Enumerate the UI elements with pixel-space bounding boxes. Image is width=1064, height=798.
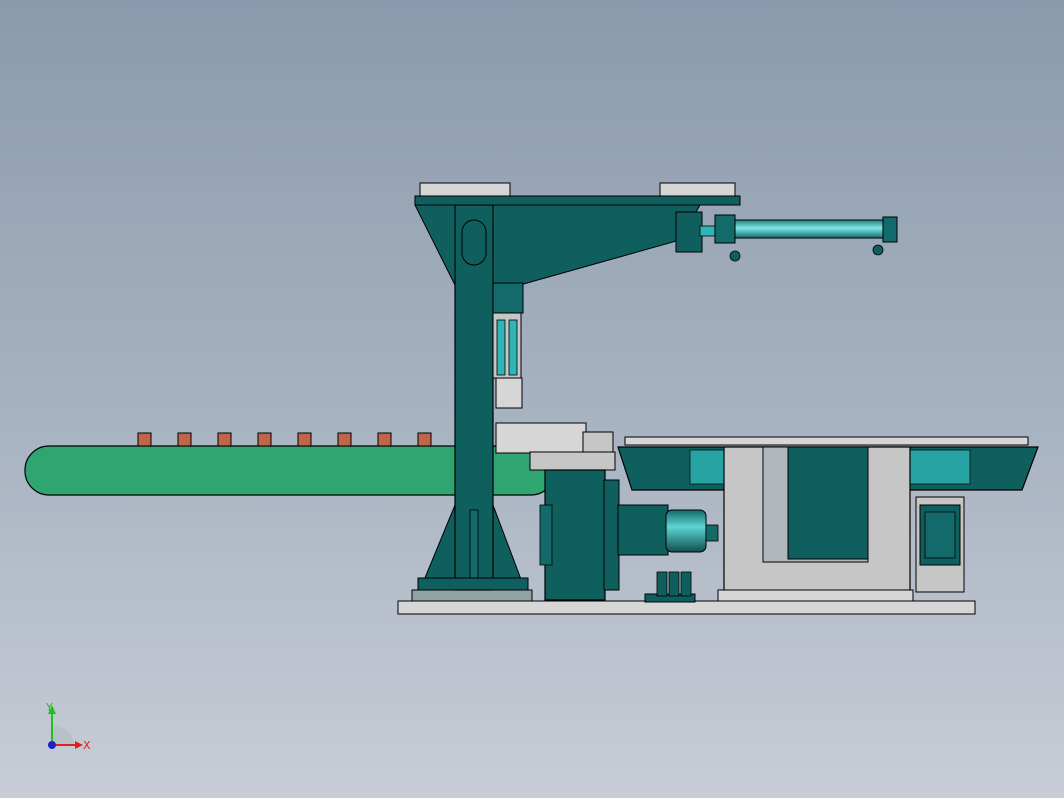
- product-block: [217, 432, 232, 447]
- y-axis-label: Y: [45, 701, 53, 714]
- conveyor-stand: [717, 446, 914, 602]
- machine-assembly-drawing: Y X: [24, 182, 1039, 752]
- z-axis-dot: [48, 741, 56, 749]
- control-box: [915, 496, 965, 593]
- valve-bank: [656, 571, 692, 597]
- product-block: [417, 432, 432, 447]
- product-block: [297, 432, 312, 447]
- product-block: [377, 432, 392, 447]
- coordinate-triad: Y X: [45, 701, 91, 752]
- x-axis-label: X: [83, 739, 91, 752]
- product-block: [337, 432, 352, 447]
- product-block: [137, 432, 152, 447]
- pneumatic-cylinder: [699, 214, 898, 262]
- cad-viewport[interactable]: Y X: [0, 0, 1064, 798]
- product-blocks: [137, 432, 432, 447]
- vertical-gripper-assembly: [492, 312, 614, 455]
- drive-motor: [617, 504, 719, 556]
- product-block: [177, 432, 192, 447]
- product-block: [257, 432, 272, 447]
